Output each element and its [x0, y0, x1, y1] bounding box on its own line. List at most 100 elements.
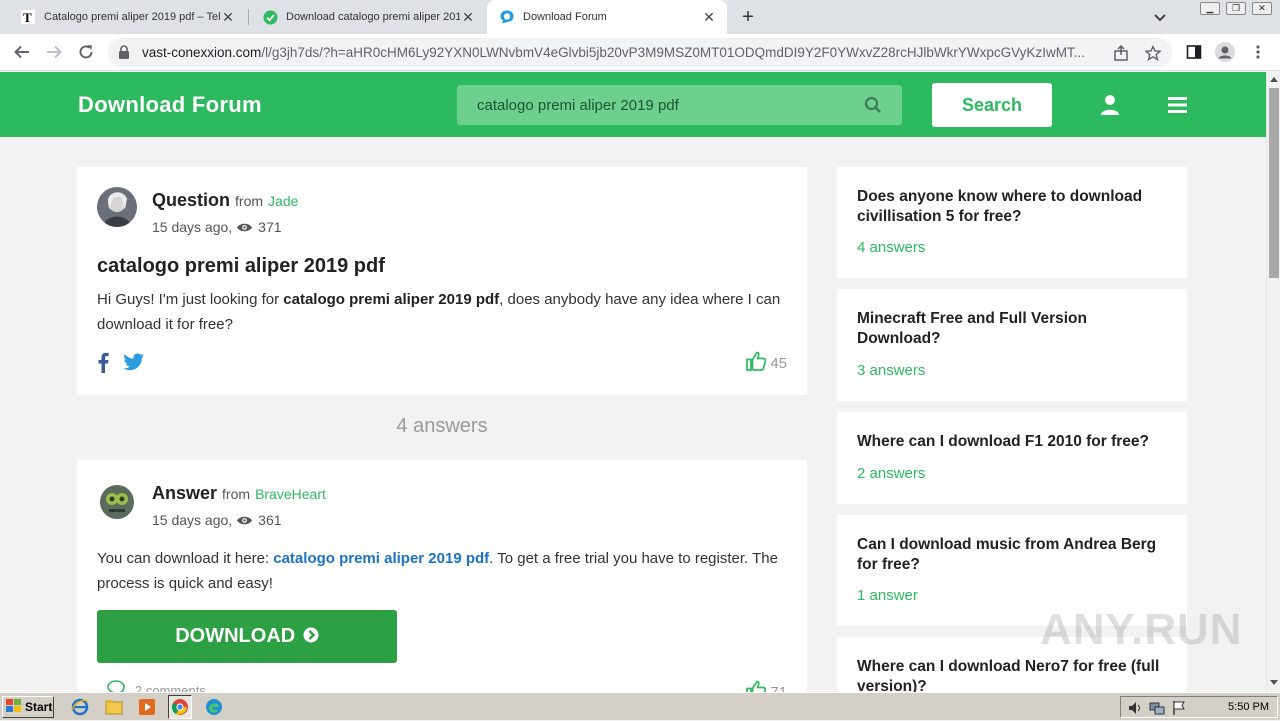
avatar[interactable] [97, 187, 137, 227]
file-explorer-icon[interactable] [104, 697, 124, 717]
user-icon[interactable] [1100, 94, 1120, 121]
close-tab-icon[interactable]: ✕ [220, 9, 236, 25]
related-question-title[interactable]: Minecraft Free and Full Version Download… [857, 309, 1172, 348]
related-question-title[interactable]: Can I download music from Andrea Berg fo… [857, 535, 1172, 574]
post-header: Question from Jade [152, 190, 298, 211]
media-player-icon[interactable] [137, 697, 157, 717]
forward-arrow-icon[interactable] [44, 42, 64, 62]
question-body-text: Hi Guys! I'm just looking for [97, 291, 284, 308]
comment-bubble-icon [107, 680, 135, 692]
taskbar-clock[interactable]: 5:50 PM [1228, 701, 1269, 713]
svg-text:T: T [23, 10, 32, 24]
chrome-icon[interactable] [168, 695, 192, 719]
close-window-icon[interactable]: ✕ [1252, 2, 1272, 15]
arrow-circle-right-icon [303, 627, 319, 643]
system-tray: 5:50 PM [1120, 696, 1278, 718]
browser-tab-strip: T Catalogo premi aliper 2019 pdf – Tele … [0, 0, 1280, 34]
tab-title: Download Forum [523, 11, 607, 23]
comments-link[interactable]: 2 comments [107, 680, 206, 692]
answer-card: Answer from BraveHeart 15 days ago, 361 … [77, 460, 807, 692]
question-body-bold: catalogo premi aliper 2019 pdf [283, 291, 500, 308]
start-label: Start [25, 700, 53, 714]
view-count: 371 [258, 219, 282, 235]
chat-bubble-icon [499, 9, 515, 25]
tab-download-catalogo[interactable]: Download catalogo premi aliper 2019 ✕ [250, 0, 486, 34]
lock-icon[interactable] [118, 45, 130, 64]
address-bar[interactable]: vast-conexxion.com/l/g3jh7ds/?h=aHR0cHM6… [108, 38, 1172, 67]
search-box [457, 85, 902, 125]
twitter-icon[interactable] [123, 353, 145, 376]
scroll-thumb[interactable] [1269, 88, 1279, 278]
post-age: 15 days ago, [152, 512, 233, 528]
browser-toolbar: vast-conexxion.com/l/g3jh7ds/?h=aHR0cHM6… [0, 34, 1280, 71]
avatar[interactable] [97, 482, 137, 522]
tab-title: Catalogo premi aliper 2019 pdf – Tele [44, 11, 220, 23]
scroll-up-icon[interactable] [1270, 77, 1278, 82]
related-answers-count[interactable]: 2 answers [857, 465, 925, 482]
network-icon[interactable] [1149, 700, 1165, 716]
internet-explorer-icon[interactable] [70, 697, 90, 717]
new-tab-icon[interactable]: + [738, 7, 758, 27]
related-question-card[interactable]: Minecraft Free and Full Version Download… [837, 289, 1187, 401]
page-scrollbar[interactable] [1266, 72, 1280, 692]
search-icon[interactable] [864, 96, 882, 119]
kebab-menu-icon[interactable] [1248, 42, 1268, 62]
edge-icon[interactable] [204, 697, 224, 717]
green-check-icon [262, 9, 278, 25]
tab-title: Download catalogo premi aliper 2019 [286, 11, 460, 23]
like-control[interactable]: 45 [746, 351, 787, 375]
anyrun-watermark: ANY.RUN [1040, 605, 1243, 654]
tab-divider [248, 9, 249, 25]
facebook-icon[interactable] [97, 351, 109, 378]
view-count: 361 [258, 512, 282, 528]
thumbs-up-icon[interactable] [746, 680, 770, 692]
author-link[interactable]: BraveHeart [255, 486, 326, 502]
related-answers-count[interactable]: 3 answers [857, 362, 925, 379]
related-question-title[interactable]: Does anyone know where to download civil… [857, 187, 1172, 226]
hamburger-menu-icon[interactable] [1168, 97, 1187, 118]
thumbs-up-icon[interactable] [746, 351, 770, 375]
share-icon[interactable] [1112, 44, 1130, 62]
site-header: Download Forum Search [0, 72, 1266, 137]
restore-icon[interactable]: ❐ [1226, 2, 1246, 15]
search-button[interactable]: Search [932, 83, 1052, 127]
reload-icon[interactable] [76, 42, 96, 62]
site-brand[interactable]: Download Forum [78, 92, 262, 118]
url-text[interactable]: vast-conexxion.com/l/g3jh7ds/?h=aHR0cHM6… [142, 45, 1112, 60]
start-button[interactable]: Start [2, 696, 54, 718]
speaker-icon[interactable] [1127, 700, 1143, 716]
close-tab-icon[interactable]: ✕ [460, 9, 476, 25]
download-button[interactable]: DOWNLOAD [97, 610, 397, 663]
question-body: Hi Guys! I'm just looking for catalogo p… [97, 287, 787, 337]
author-link[interactable]: Jade [268, 193, 298, 209]
like-control[interactable]: 71 [746, 680, 787, 692]
star-bookmark-icon[interactable] [1144, 44, 1162, 62]
window-controls: ▁ ❐ ✕ [1200, 2, 1272, 15]
download-link[interactable]: catalogo premi aliper 2019 pdf [273, 550, 489, 567]
like-count: 71 [770, 683, 787, 693]
minimize-icon[interactable]: ▁ [1200, 2, 1220, 15]
chevron-down-icon[interactable] [1152, 9, 1168, 25]
close-tab-icon[interactable]: ✕ [701, 9, 717, 25]
related-question-title[interactable]: Where can I download F1 2010 for free? [857, 432, 1172, 452]
eye-icon [236, 515, 253, 526]
related-answers-count[interactable]: 4 answers [857, 239, 925, 256]
tab-download-forum[interactable]: Download Forum ✕ [487, 0, 727, 34]
flag-notification-icon[interactable] [1171, 700, 1187, 716]
related-answers-count[interactable]: 1 answer [857, 587, 918, 604]
answers-count: 4 answers [396, 415, 488, 437]
download-button-label: DOWNLOAD [175, 625, 296, 647]
related-question-title[interactable]: Where can I download Nero7 for free (ful… [857, 657, 1172, 692]
tab-telegraph[interactable]: T Catalogo premi aliper 2019 pdf – Tele … [8, 0, 246, 34]
from-label: from [235, 193, 264, 209]
profile-avatar-icon[interactable] [1215, 42, 1235, 62]
question-title: catalogo premi aliper 2019 pdf [97, 255, 385, 277]
back-arrow-icon[interactable] [12, 42, 32, 62]
side-panel-icon[interactable] [1184, 42, 1204, 62]
search-input[interactable] [477, 94, 857, 116]
related-question-card[interactable]: Where can I download F1 2010 for free? 2… [837, 412, 1187, 504]
related-question-card[interactable]: Does anyone know where to download civil… [837, 167, 1187, 278]
scroll-down-icon[interactable] [1270, 680, 1278, 685]
post-meta: 15 days ago, 361 [152, 512, 282, 528]
windows-flag-icon [6, 698, 22, 716]
